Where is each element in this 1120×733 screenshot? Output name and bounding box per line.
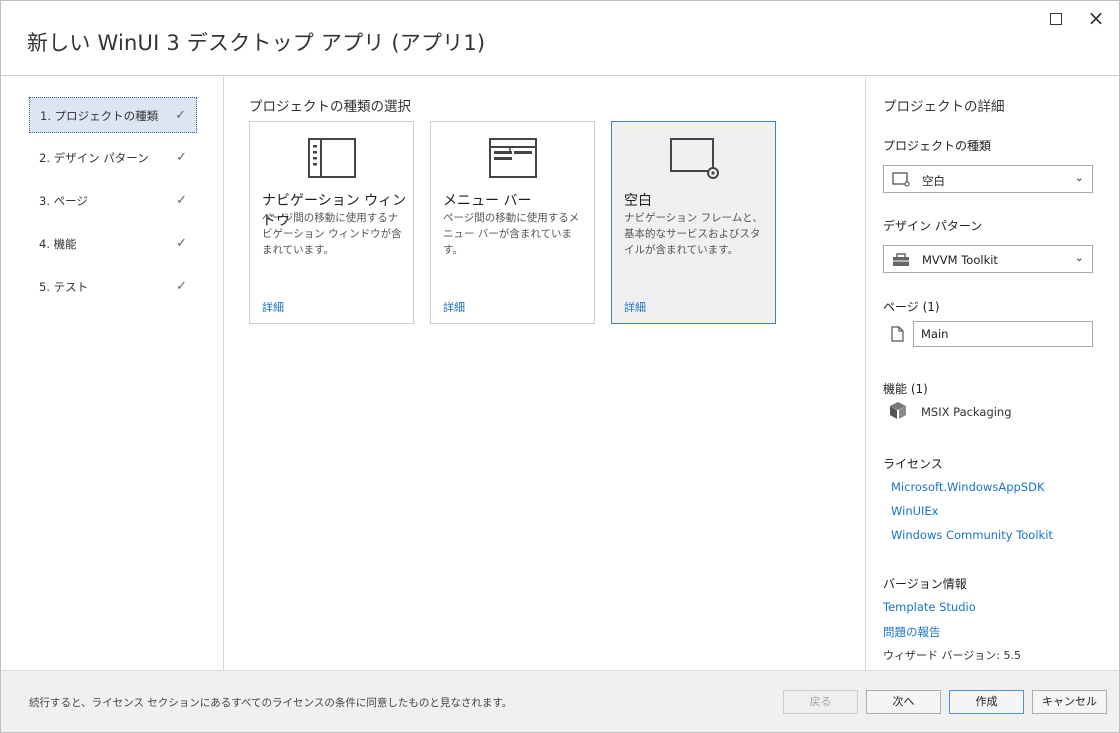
blank-window-icon (670, 138, 719, 179)
template-studio-link[interactable]: Template Studio (883, 600, 976, 614)
card-description: ナビゲーション フレームと、基本的なサービスおよびスタイルが含まれています。 (624, 212, 763, 256)
step-label: 1. プロジェクトの種類 (40, 109, 159, 123)
package-icon (890, 402, 906, 419)
project-details-panel: プロジェクトの詳細 プロジェクトの種類 空白 ⌄ デザイン パターン MVVM … (865, 77, 1120, 670)
create-button[interactable]: 作成 (949, 690, 1024, 714)
card-blank[interactable]: 空白 ナビゲーション フレームと、基本的なサービスおよびスタイルが含まれています… (611, 121, 776, 324)
next-button[interactable]: 次へ (866, 690, 941, 714)
features-label: 機能 (1) (883, 382, 928, 396)
wizard-version: ウィザード バージョン: 5.5 (883, 649, 1021, 662)
project-type-label: プロジェクトの種類 (883, 139, 992, 153)
dialog-window: 新しい WinUI 3 デスクトップ アプリ (アプリ1) × 1. プロジェク… (0, 0, 1120, 733)
blank-window-icon (892, 172, 910, 187)
design-pattern-select[interactable]: MVVM Toolkit ⌄ (883, 245, 1093, 273)
feature-msix-packaging: MSIX Packaging (921, 405, 1012, 419)
step-project-type[interactable]: 1. プロジェクトの種類 ✓ (29, 97, 197, 133)
pages-label: ページ (1) (883, 300, 940, 314)
navigation-window-icon (308, 138, 356, 178)
page-icon (891, 326, 904, 342)
toolbox-icon (893, 253, 909, 266)
chevron-down-icon: ⌄ (1074, 171, 1084, 184)
step-label: 3. ページ (39, 194, 88, 208)
project-type-value: 空白 (922, 174, 945, 188)
step-testing[interactable]: 5. テスト ✓ (29, 269, 197, 305)
license-link-windowsappsdk[interactable]: Microsoft.WindowsAppSDK (891, 480, 1045, 494)
card-menu-bar[interactable]: メニュー バー ページ間の移動に使用するメニュー バーが含まれています。 詳細 (430, 121, 595, 324)
step-features[interactable]: 4. 機能 ✓ (29, 226, 197, 262)
project-type-select[interactable]: 空白 ⌄ (883, 165, 1093, 193)
check-icon: ✓ (176, 193, 187, 208)
project-type-panel: プロジェクトの種類の選択 ナビゲーション ウィンドウ ページ間の移動に使用するナ… (225, 77, 865, 670)
back-button[interactable]: 戻る (783, 690, 858, 714)
design-pattern-label: デザイン パターン (883, 219, 983, 233)
report-issue-link[interactable]: 問題の報告 (883, 624, 941, 640)
footer-bar: 続行すると、ライセンス セクションにあるすべてのライセンスの条件に同意したものと… (1, 670, 1119, 732)
menu-bar-icon (489, 138, 537, 178)
check-icon: ✓ (175, 108, 186, 123)
check-icon: ✓ (176, 150, 187, 165)
details-heading: プロジェクトの詳細 (883, 99, 1005, 115)
step-design-pattern[interactable]: 2. デザイン パターン ✓ (29, 140, 197, 176)
section-title: プロジェクトの種類の選択 (249, 99, 411, 115)
close-icon[interactable]: × (1087, 8, 1105, 28)
card-navigation-window[interactable]: ナビゲーション ウィンドウ ページ間の移動に使用するナビゲーション ウィンドウが… (249, 121, 414, 324)
step-pages[interactable]: 3. ページ ✓ (29, 183, 197, 219)
check-icon: ✓ (176, 236, 187, 251)
step-label: 5. テスト (39, 280, 89, 294)
window-title: 新しい WinUI 3 デスクトップ アプリ (アプリ1) (27, 31, 486, 55)
license-notice: 続行すると、ライセンス セクションにあるすべてのライセンスの条件に同意したものと… (29, 697, 513, 709)
card-description: ページ間の移動に使用するナビゲーション ウィンドウが含まれています。 (262, 212, 402, 256)
maximize-icon[interactable] (1050, 13, 1062, 25)
wizard-steps: 1. プロジェクトの種類 ✓ 2. デザイン パターン ✓ 3. ページ ✓ 4… (1, 77, 224, 670)
license-label: ライセンス (883, 457, 943, 471)
license-link-community-toolkit[interactable]: Windows Community Toolkit (891, 528, 1053, 542)
title-bar: 新しい WinUI 3 デスクトップ アプリ (アプリ1) × (1, 1, 1119, 76)
details-link[interactable]: 詳細 (262, 299, 284, 315)
details-link[interactable]: 詳細 (443, 299, 465, 315)
details-link[interactable]: 詳細 (624, 299, 646, 315)
card-title: 空白 (624, 193, 652, 209)
step-label: 2. デザイン パターン (39, 151, 149, 165)
step-label: 4. 機能 (39, 237, 77, 251)
design-pattern-value: MVVM Toolkit (922, 253, 998, 267)
chevron-down-icon: ⌄ (1074, 251, 1084, 264)
license-link-winuiex[interactable]: WinUIEx (891, 504, 938, 518)
card-description: ページ間の移動に使用するメニュー バーが含まれています。 (443, 212, 580, 256)
page-name-input[interactable]: Main (913, 321, 1093, 347)
cancel-button[interactable]: キャンセル (1032, 690, 1107, 714)
version-label: バージョン情報 (883, 577, 967, 591)
card-title: メニュー バー (443, 193, 532, 209)
check-icon: ✓ (176, 279, 187, 294)
